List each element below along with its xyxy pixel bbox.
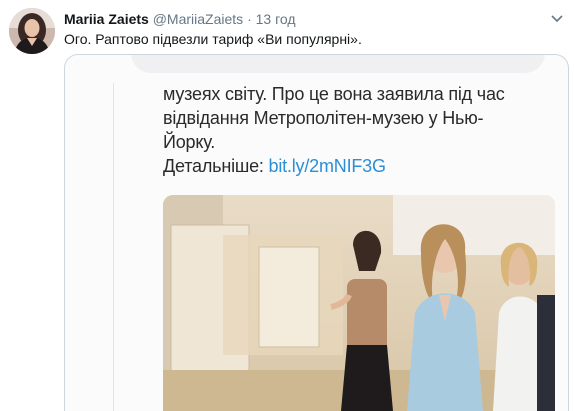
separator-dot: · (247, 11, 252, 27)
timestamp[interactable]: 13 год (256, 11, 296, 27)
article-line: Йорку. (163, 132, 216, 152)
tweet-text: Ого. Раптово підвезли тариф «Ви популярн… (64, 31, 362, 47)
display-name[interactable]: Mariia Zaiets (64, 11, 149, 27)
chevron-down-icon[interactable] (548, 10, 566, 28)
article-line: музеях світу. Про це вона заявила під ча… (163, 84, 505, 104)
article-line: відвідання Метрополітен-музею у Нью- (163, 108, 484, 128)
screenshot-divider (113, 83, 114, 411)
avatar-image (9, 8, 55, 54)
screenshot-article-text: музеях світу. Про це вона заявила під ча… (163, 82, 563, 178)
screenshot-search-bar (131, 55, 545, 73)
avatar[interactable] (9, 8, 55, 54)
detail-label: Детальніше: (163, 156, 264, 176)
detail-link[interactable]: bit.ly/2mNIF3G (269, 156, 386, 176)
article-detail-row: Детальніше: bit.ly/2mNIF3G (163, 154, 563, 178)
museum-photo-image (163, 195, 555, 411)
tweet-media[interactable]: музеях світу. Про це вона заявила під ча… (64, 54, 569, 411)
museum-photo (163, 195, 555, 411)
tweet: Mariia Zaiets @MariiaZaiets · 13 год Ого… (0, 0, 574, 411)
user-handle[interactable]: @MariiaZaiets (153, 11, 243, 27)
tweet-header: Mariia Zaiets @MariiaZaiets · 13 год (64, 10, 544, 28)
